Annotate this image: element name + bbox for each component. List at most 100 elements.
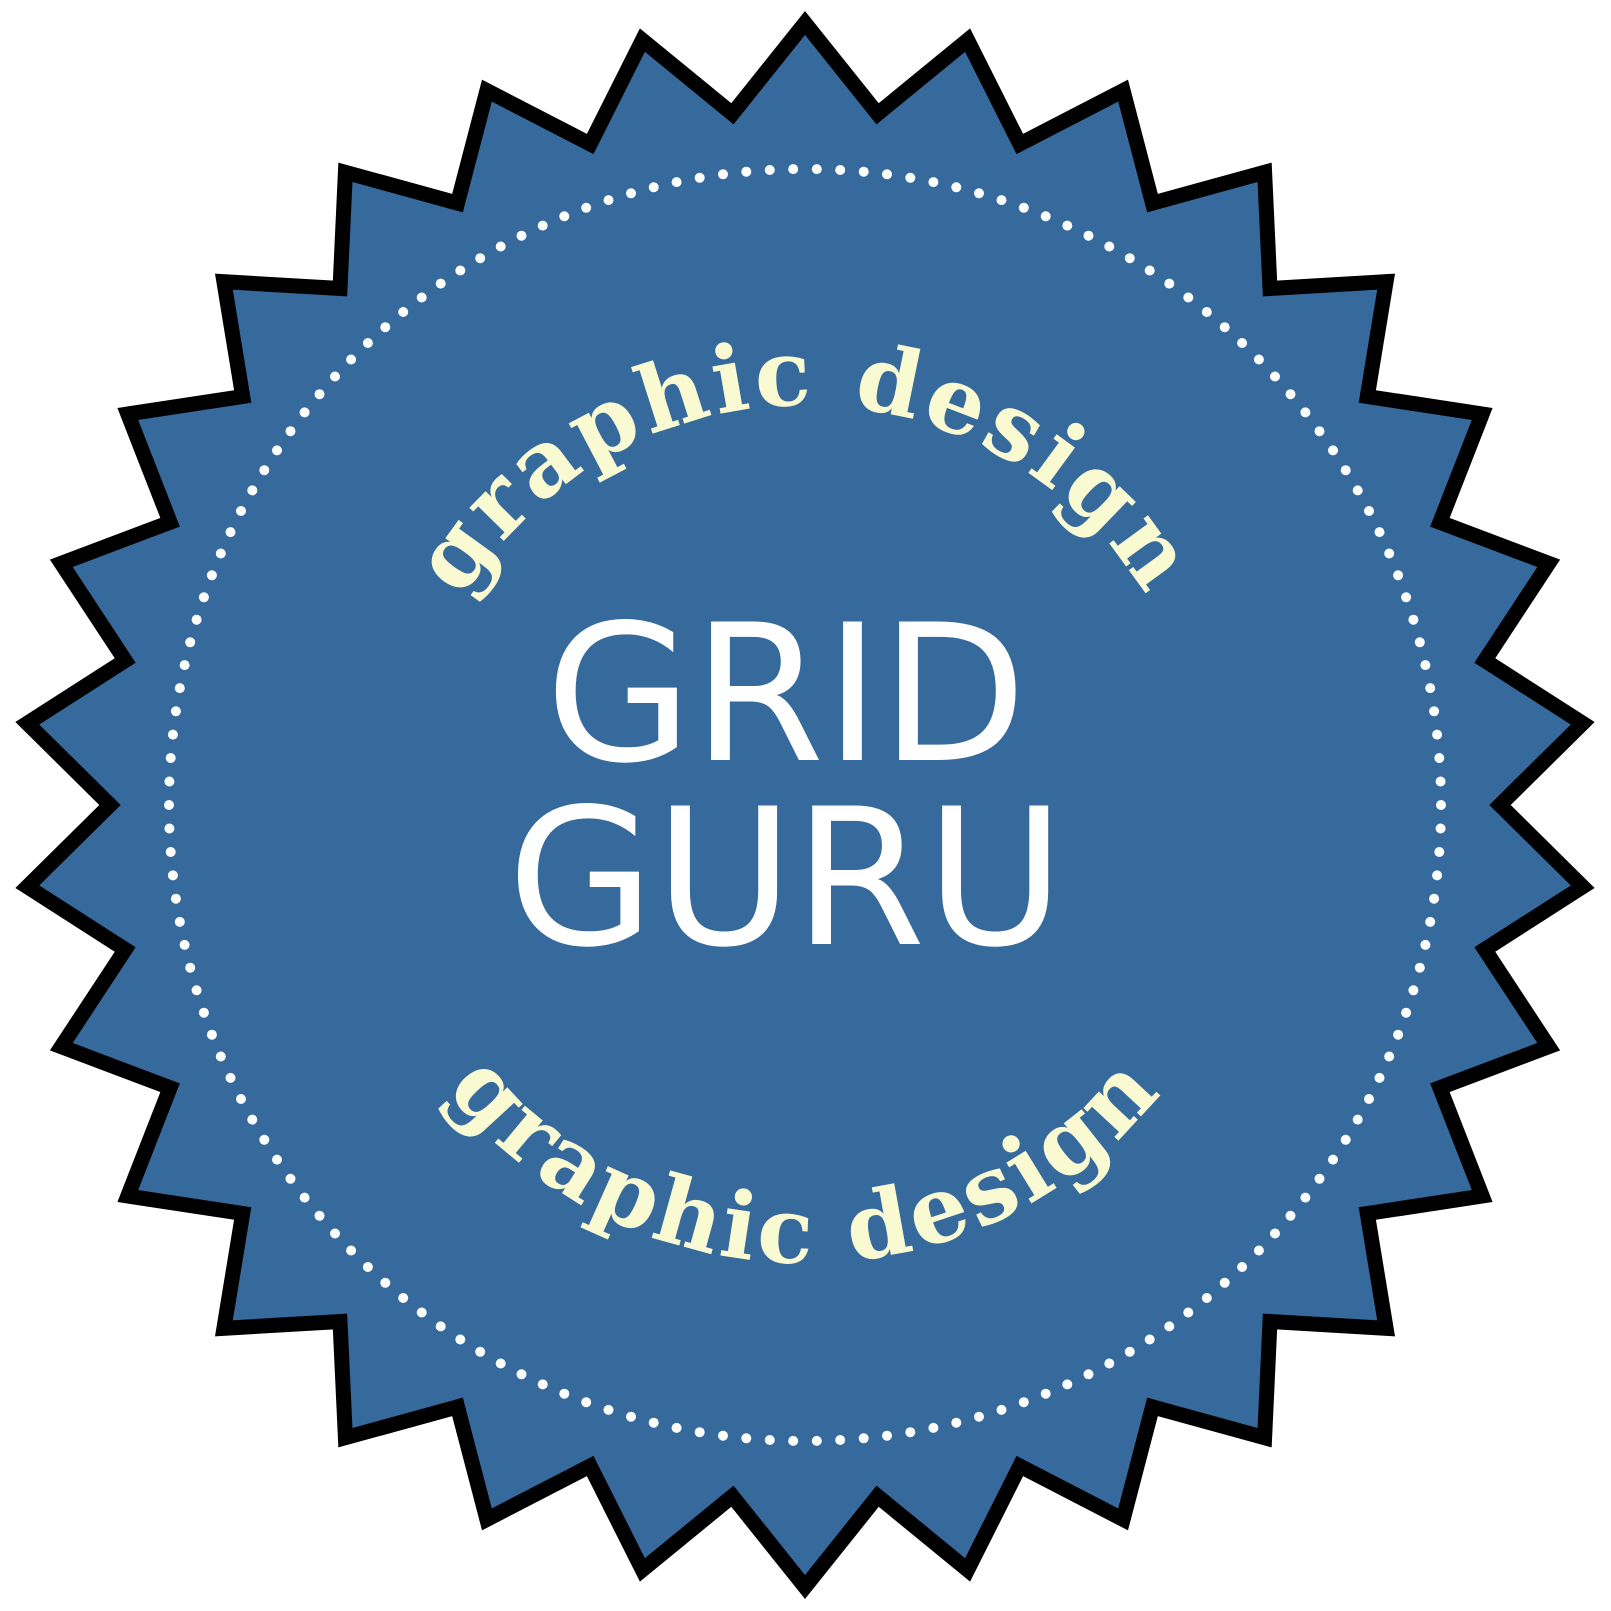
ring-dot bbox=[1420, 939, 1431, 950]
ring-dot bbox=[191, 985, 202, 996]
ring-dot bbox=[811, 164, 822, 175]
ring-dot bbox=[1237, 1262, 1248, 1272]
ring-dot bbox=[259, 465, 270, 476]
ring-dot bbox=[1425, 683, 1436, 694]
ring-dot bbox=[626, 188, 636, 199]
ring-dot bbox=[215, 548, 226, 559]
ring-dot bbox=[272, 445, 282, 456]
ring-dot bbox=[1429, 706, 1440, 717]
ring-dot bbox=[741, 166, 752, 177]
ring-dot bbox=[198, 1007, 209, 1018]
ring-dot bbox=[1083, 1369, 1094, 1380]
ring-dot bbox=[259, 1134, 270, 1145]
ring-dot bbox=[537, 1379, 548, 1390]
ring-dot bbox=[1314, 1173, 1325, 1184]
ring-dot bbox=[1285, 389, 1296, 400]
ring-dot bbox=[314, 1210, 325, 1221]
ring-dot bbox=[671, 1422, 682, 1433]
ring-dot bbox=[974, 188, 984, 199]
ring-dot bbox=[905, 1427, 916, 1438]
ring-dot bbox=[179, 939, 190, 950]
ring-dot bbox=[1435, 776, 1446, 787]
ring-dot bbox=[1432, 729, 1443, 740]
ring-dot bbox=[764, 1435, 775, 1445]
ring-dot bbox=[858, 166, 869, 177]
ring-dot bbox=[1183, 1307, 1194, 1318]
ring-dot bbox=[1328, 445, 1338, 456]
ring-dot bbox=[170, 893, 181, 904]
ring-dot bbox=[882, 169, 892, 180]
ring-dot bbox=[330, 1228, 340, 1239]
ring-dot bbox=[398, 307, 409, 317]
ring-dot bbox=[928, 1422, 939, 1433]
ring-dot bbox=[1434, 753, 1445, 763]
ring-dot bbox=[435, 1321, 446, 1332]
ring-dot bbox=[206, 570, 217, 581]
ring-dot bbox=[225, 1072, 236, 1083]
ring-dot bbox=[996, 195, 1007, 206]
ring-dot bbox=[225, 527, 236, 538]
ring-dot bbox=[1253, 354, 1264, 365]
ring-dot bbox=[996, 1404, 1007, 1415]
ring-dot bbox=[1434, 847, 1445, 857]
ring-dot bbox=[165, 847, 176, 857]
ring-dot bbox=[185, 962, 196, 973]
ring-dot bbox=[185, 637, 196, 648]
ring-dot bbox=[516, 1369, 527, 1380]
ring-dot bbox=[648, 182, 659, 193]
ring-dot bbox=[974, 1411, 984, 1422]
ring-dot bbox=[1201, 1293, 1212, 1303]
ring-dot bbox=[435, 278, 446, 289]
ring-dot bbox=[1270, 371, 1280, 382]
ring-dot bbox=[1436, 800, 1446, 810]
ring-dot bbox=[788, 164, 799, 175]
ring-dot bbox=[671, 177, 682, 188]
ring-dot bbox=[215, 1051, 226, 1062]
ring-dot bbox=[951, 1417, 962, 1428]
ring-dot bbox=[1062, 220, 1073, 231]
ring-dot bbox=[1340, 1134, 1351, 1145]
ring-dot bbox=[1314, 426, 1325, 437]
ring-dot bbox=[1144, 1334, 1155, 1345]
ring-dot bbox=[416, 292, 427, 303]
ring-dot bbox=[1393, 570, 1404, 581]
ring-dot bbox=[718, 1430, 728, 1441]
ring-dot bbox=[1040, 211, 1051, 222]
ring-dot bbox=[928, 177, 939, 188]
ring-dot bbox=[1420, 660, 1431, 671]
ring-dot bbox=[951, 182, 962, 193]
ring-dot bbox=[788, 1435, 799, 1446]
ring-dot bbox=[581, 202, 592, 213]
ring-dot bbox=[1414, 962, 1425, 973]
badge: graphic design graphic design GRID GURU bbox=[15, 10, 1595, 1600]
ring-dot bbox=[164, 776, 175, 787]
ring-dot bbox=[1432, 870, 1443, 881]
ring-dot bbox=[167, 729, 178, 740]
ring-dot bbox=[1393, 1029, 1404, 1040]
ring-dot bbox=[362, 1262, 373, 1272]
ring-dot bbox=[206, 1029, 217, 1040]
ring-dot bbox=[516, 230, 527, 241]
ring-dot bbox=[1408, 985, 1419, 996]
ring-dot bbox=[330, 371, 340, 382]
ring-dot bbox=[835, 1435, 846, 1445]
ring-dot bbox=[1164, 278, 1175, 289]
ring-dot bbox=[811, 1435, 822, 1446]
ring-dot bbox=[1104, 241, 1115, 252]
ring-dot bbox=[905, 172, 916, 183]
ring-dot bbox=[247, 1114, 258, 1125]
ring-dot bbox=[581, 1397, 592, 1408]
ring-dot bbox=[179, 660, 190, 671]
ring-dot bbox=[1414, 637, 1425, 648]
ring-dot bbox=[416, 1307, 427, 1318]
ring-dot bbox=[559, 1388, 570, 1399]
ring-dot bbox=[1270, 1228, 1280, 1239]
ring-dot bbox=[455, 1334, 466, 1345]
title-line-guru: GURU bbox=[507, 768, 1064, 989]
ring-dot bbox=[603, 1404, 614, 1415]
ring-dot bbox=[198, 592, 209, 603]
ring-dot bbox=[1352, 1114, 1363, 1125]
ring-dot bbox=[1083, 230, 1094, 241]
ring-dot bbox=[741, 1433, 752, 1444]
ring-dot bbox=[495, 1358, 506, 1369]
